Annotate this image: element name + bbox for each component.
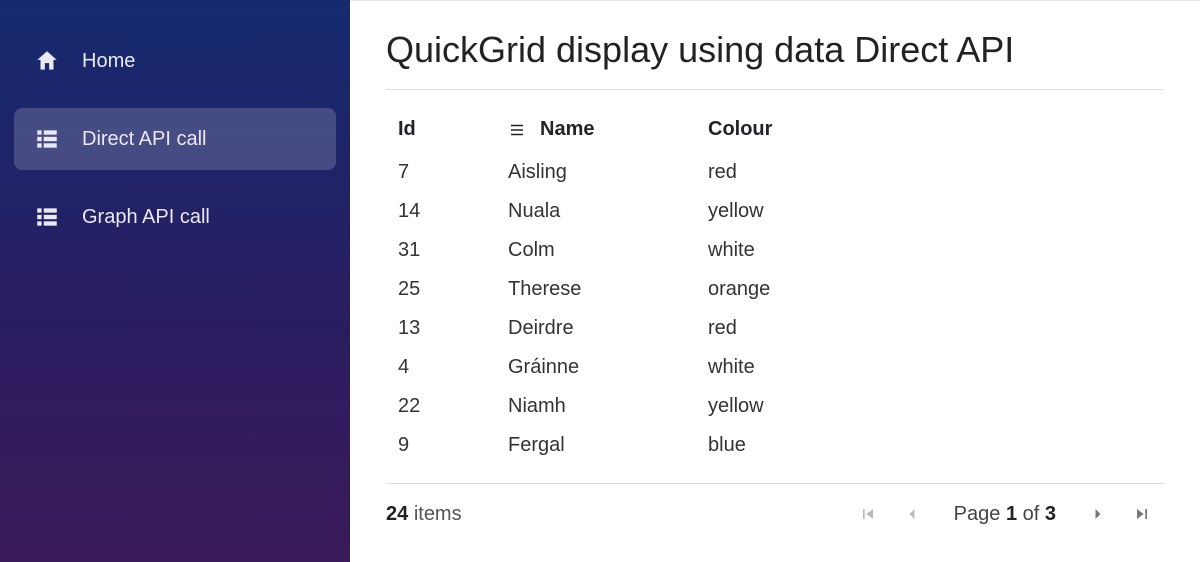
- column-header-colour[interactable]: Colour: [696, 110, 1164, 153]
- cell-name: Nuala: [496, 192, 696, 231]
- table-row: 31 Colm white: [386, 231, 1164, 270]
- current-page: 1: [1006, 503, 1017, 525]
- first-page-icon: [858, 504, 878, 524]
- chevron-left-icon: [902, 504, 922, 524]
- cell-name: Colm: [496, 231, 696, 270]
- table-row: 9 Fergal blue: [386, 426, 1164, 465]
- cell-id: 14: [386, 192, 496, 231]
- pager-first-button[interactable]: [846, 498, 890, 530]
- cell-id: 25: [386, 270, 496, 309]
- cell-name: Aisling: [496, 153, 696, 192]
- cell-colour: orange: [696, 270, 1164, 309]
- divider: [386, 89, 1164, 90]
- cell-name: Gráinne: [496, 348, 696, 387]
- cell-name: Fergal: [496, 426, 696, 465]
- table-row: 13 Deirdre red: [386, 309, 1164, 348]
- cell-name: Deirdre: [496, 309, 696, 348]
- column-header-label: Colour: [708, 118, 772, 140]
- cell-name: Therese: [496, 270, 696, 309]
- cell-id: 4: [386, 348, 496, 387]
- column-header-name[interactable]: Name: [496, 110, 696, 153]
- sidebar: Home Direct API call Graph API call: [0, 0, 350, 562]
- cell-colour: yellow: [696, 192, 1164, 231]
- grid-header-row: Id Name Colour: [386, 110, 1164, 153]
- item-count-word: items: [414, 503, 462, 525]
- list-icon: [34, 126, 60, 152]
- chevron-right-icon: [1088, 504, 1108, 524]
- table-row: 7 Aisling red: [386, 153, 1164, 192]
- column-header-label: Id: [398, 118, 416, 140]
- cell-colour: red: [696, 309, 1164, 348]
- sidebar-item-home[interactable]: Home: [14, 30, 336, 92]
- cell-colour: white: [696, 231, 1164, 270]
- sidebar-item-graph-api[interactable]: Graph API call: [14, 186, 336, 248]
- sidebar-item-label: Home: [82, 50, 135, 73]
- grid-body: 7 Aisling red 14 Nuala yellow 31 Colm wh…: [386, 153, 1164, 465]
- cell-id: 7: [386, 153, 496, 192]
- table-row: 22 Niamh yellow: [386, 387, 1164, 426]
- data-grid: Id Name Colour: [386, 110, 1164, 465]
- total-pages: 3: [1045, 503, 1056, 525]
- table-row: 25 Therese orange: [386, 270, 1164, 309]
- list-icon: [34, 204, 60, 230]
- cell-name: Niamh: [496, 387, 696, 426]
- sidebar-item-direct-api[interactable]: Direct API call: [14, 108, 336, 170]
- pager-next-button[interactable]: [1076, 498, 1120, 530]
- cell-id: 31: [386, 231, 496, 270]
- cell-colour: red: [696, 153, 1164, 192]
- of-word: of: [1023, 503, 1040, 525]
- item-count: 24 items: [386, 503, 462, 526]
- column-header-id[interactable]: Id: [386, 110, 496, 153]
- main-content: QuickGrid display using data Direct API …: [350, 0, 1200, 562]
- cell-id: 22: [386, 387, 496, 426]
- cell-colour: blue: [696, 426, 1164, 465]
- item-count-number: 24: [386, 503, 408, 525]
- last-page-icon: [1132, 504, 1152, 524]
- page-word: Page: [954, 503, 1001, 525]
- page-indicator: Page 1 of 3: [954, 503, 1056, 526]
- pager-prev-button[interactable]: [890, 498, 934, 530]
- sidebar-item-label: Direct API call: [82, 128, 206, 151]
- pager-bar: 24 items Page 1 of 3: [386, 483, 1164, 530]
- home-icon: [34, 48, 60, 74]
- cell-colour: yellow: [696, 387, 1164, 426]
- cell-id: 9: [386, 426, 496, 465]
- page-title: QuickGrid display using data Direct API: [386, 29, 1164, 71]
- pager-last-button[interactable]: [1120, 498, 1164, 530]
- menu-icon: [508, 121, 526, 139]
- table-row: 14 Nuala yellow: [386, 192, 1164, 231]
- column-header-label: Name: [540, 118, 594, 141]
- cell-colour: white: [696, 348, 1164, 387]
- sidebar-item-label: Graph API call: [82, 206, 210, 229]
- table-row: 4 Gráinne white: [386, 348, 1164, 387]
- cell-id: 13: [386, 309, 496, 348]
